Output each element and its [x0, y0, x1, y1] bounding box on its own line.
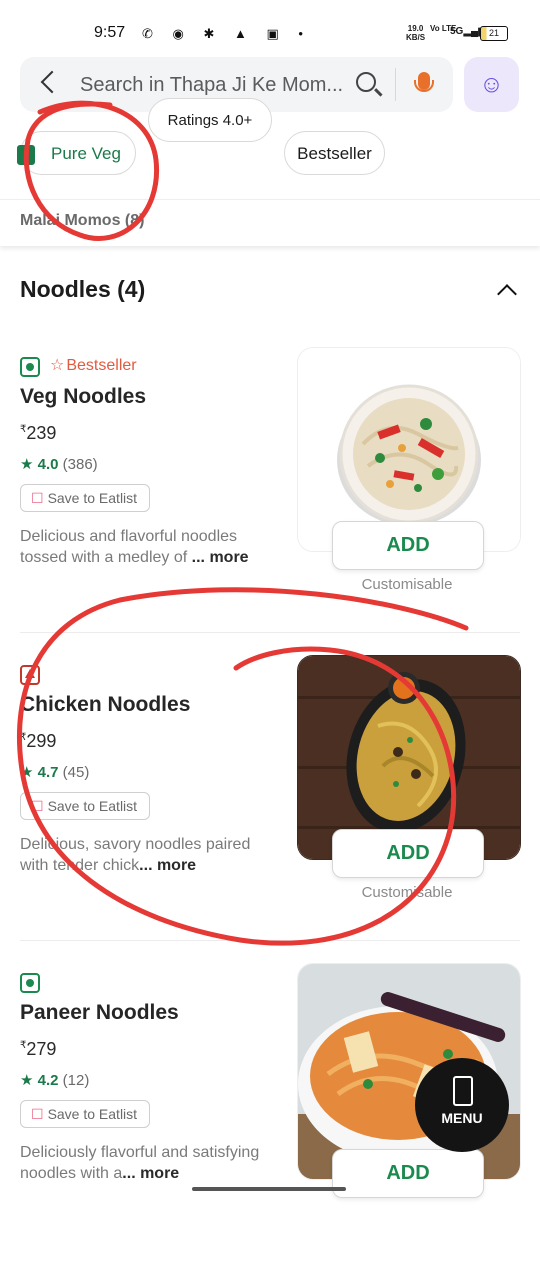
section-title: Noodles (4) [20, 276, 146, 302]
status-bar: 9:57 ✆ ◉ ✱ ▲ ▣ • 19.0 KB/S Vo LTE 5G▂▄▆ 2… [0, 0, 540, 52]
menu-button[interactable]: MENU [415, 1058, 509, 1152]
item-description: Delicious and flavorful noodles tossed w… [20, 528, 249, 566]
status-time: 9:57 [94, 24, 126, 41]
divider [395, 68, 396, 101]
battery-icon: 21 [480, 26, 508, 41]
save-to-eatlist-button[interactable]: Save to Eatlist [20, 1100, 151, 1128]
non-veg-icon [20, 665, 40, 685]
item-price: ₹299 [20, 731, 57, 751]
category-label: Malai Momos (8) [20, 212, 145, 229]
item-description: Deliciously flavorful and satisfying noo… [20, 1144, 260, 1182]
microphone-icon[interactable] [414, 72, 434, 92]
category-strip[interactable]: Malai Momos (8) [0, 199, 540, 246]
veg-icon [20, 973, 40, 993]
filter-ratings[interactable]: Ratings 4.0+ [148, 98, 272, 142]
add-button[interactable]: ADD [332, 829, 484, 878]
star-icon: ★ [20, 764, 34, 781]
more-link[interactable]: ... more [139, 857, 196, 874]
veg-icon [20, 357, 40, 377]
item-rating: ★ 4.7 (45) [20, 764, 90, 781]
item-name: Chicken Noodles [20, 693, 191, 716]
chevron-up-icon[interactable] [497, 284, 517, 304]
network-speed: 19.0 KB/S [406, 24, 426, 42]
item-price: ₹239 [20, 423, 57, 443]
search-icon[interactable] [356, 72, 376, 92]
menu-book-icon [453, 1076, 473, 1106]
star-icon: ★ [20, 1072, 34, 1089]
search-input[interactable] [78, 69, 352, 101]
item-name: Paneer Noodles [20, 1001, 179, 1024]
bestseller-badge: Bestseller [50, 355, 136, 375]
menu-item: Chicken Noodles ₹299 ★ 4.7 (45) Save to … [0, 655, 540, 973]
divider [20, 940, 520, 941]
divider [20, 632, 520, 633]
filter-bestseller[interactable]: Bestseller [284, 131, 385, 175]
item-rating: ★ 4.0 (386) [20, 456, 98, 473]
more-link[interactable]: ... more [122, 1165, 179, 1182]
customisable-label: Customisable [361, 884, 453, 901]
leaf-icon [17, 145, 35, 165]
item-price: ₹279 [20, 1039, 57, 1059]
save-to-eatlist-button[interactable]: Save to Eatlist [20, 792, 151, 820]
notification-icons: ✆ ◉ ✱ ▲ ▣ • [142, 26, 311, 41]
save-to-eatlist-button[interactable]: Save to Eatlist [20, 484, 151, 512]
customisable-label: Customisable [361, 576, 453, 593]
add-person-icon: ☺ [479, 71, 504, 98]
star-icon: ★ [20, 456, 34, 473]
item-rating: ★ 4.2 (12) [20, 1072, 90, 1089]
more-link[interactable]: ... more [192, 549, 249, 566]
item-name: Veg Noodles [20, 385, 147, 408]
add-button[interactable]: ADD [332, 1149, 484, 1198]
add-button[interactable]: ADD [332, 521, 484, 570]
filter-pure-veg[interactable]: Pure Veg [17, 131, 136, 175]
home-indicator[interactable] [192, 1187, 346, 1191]
item-description: Delicious, savory noodles paired with te… [20, 836, 251, 874]
menu-item: Bestseller Veg Noodles ₹239 ★ 4.0 (386) … [0, 347, 540, 665]
add-person-button[interactable]: ☺ [464, 57, 519, 112]
menu-label: MENU [441, 1110, 483, 1126]
back-arrow-icon[interactable] [40, 70, 64, 94]
